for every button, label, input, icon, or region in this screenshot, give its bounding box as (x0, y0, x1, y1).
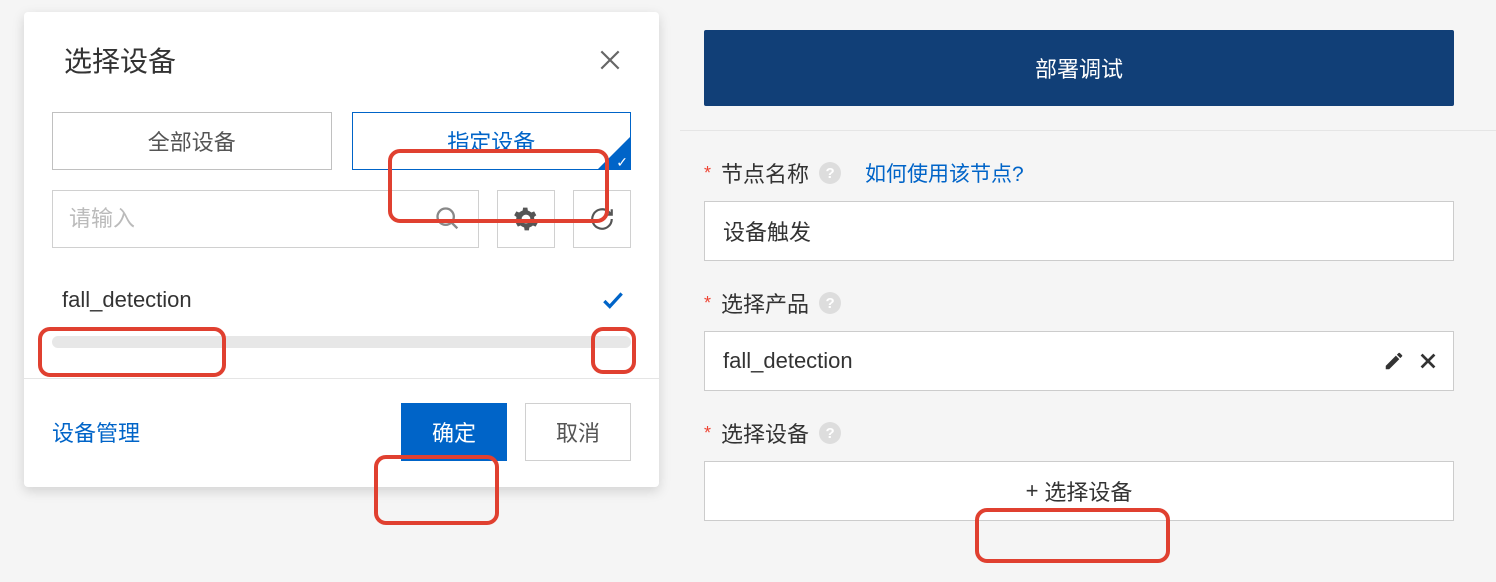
node-help-link[interactable]: 如何使用该节点? (865, 158, 1024, 188)
device-list: fall_detection (52, 268, 631, 336)
device-manage-link[interactable]: 设备管理 (52, 416, 140, 448)
select-device-button[interactable]: + 选择设备 (704, 461, 1454, 521)
confirm-button[interactable]: 确定 (401, 403, 507, 461)
settings-button[interactable] (497, 190, 555, 248)
help-icon[interactable]: ? (819, 162, 841, 184)
product-actions (1383, 350, 1439, 372)
search-input[interactable] (53, 206, 418, 232)
product-row: fall_detection (704, 331, 1454, 391)
select-device-btn-label: 选择设备 (1044, 475, 1132, 507)
checkmark-icon (599, 286, 627, 314)
tab-row: 全部设备 指定设备 ✓ (52, 112, 631, 170)
required-mark: * (704, 163, 711, 184)
check-icon: ✓ (616, 154, 628, 171)
form-section: * 节点名称 ? 如何使用该节点? * 选择产品 ? fall_detectio… (680, 131, 1496, 521)
device-item[interactable]: fall_detection (52, 276, 631, 324)
select-product-label: 选择产品 (721, 287, 809, 319)
footer-buttons: 确定 取消 (401, 403, 631, 461)
tab-specified-devices[interactable]: 指定设备 ✓ (352, 112, 632, 170)
product-name: fall_detection (723, 348, 853, 374)
banner-wrap: 部署调试 (680, 0, 1496, 131)
required-mark: * (704, 423, 711, 444)
tab-all-devices[interactable]: 全部设备 (52, 112, 332, 170)
modal-title: 选择设备 (64, 40, 176, 80)
select-device-modal: 选择设备 全部设备 指定设备 ✓ (24, 12, 659, 487)
modal-header: 选择设备 (24, 12, 659, 98)
edit-icon[interactable] (1383, 350, 1405, 372)
help-icon[interactable]: ? (819, 292, 841, 314)
search-wrapper (52, 190, 479, 248)
device-name: fall_detection (62, 287, 192, 313)
search-row (52, 190, 631, 248)
delete-icon[interactable] (1417, 350, 1439, 372)
node-name-input[interactable] (704, 201, 1454, 261)
config-panel: 部署调试 * 节点名称 ? 如何使用该节点? * 选择产品 ? fall_det… (660, 0, 1496, 582)
tab-specified-label: 指定设备 (447, 125, 535, 157)
search-icon[interactable] (418, 205, 478, 233)
select-product-label-row: * 选择产品 ? (704, 287, 1454, 319)
modal-body: 全部设备 指定设备 ✓ fall_detection (24, 98, 659, 348)
scrollbar[interactable] (52, 336, 631, 348)
required-mark: * (704, 293, 711, 314)
select-device-label-row: * 选择设备 ? (704, 417, 1454, 449)
modal-footer: 设备管理 确定 取消 (24, 378, 659, 487)
node-name-label: 节点名称 (721, 157, 809, 189)
cancel-button[interactable]: 取消 (525, 403, 631, 461)
help-icon[interactable]: ? (819, 422, 841, 444)
node-name-label-row: * 节点名称 ? 如何使用该节点? (704, 157, 1454, 189)
refresh-button[interactable] (573, 190, 631, 248)
close-icon[interactable] (593, 43, 627, 77)
select-device-label: 选择设备 (721, 417, 809, 449)
deploy-debug-button[interactable]: 部署调试 (704, 30, 1454, 106)
plus-icon: + (1026, 478, 1039, 504)
